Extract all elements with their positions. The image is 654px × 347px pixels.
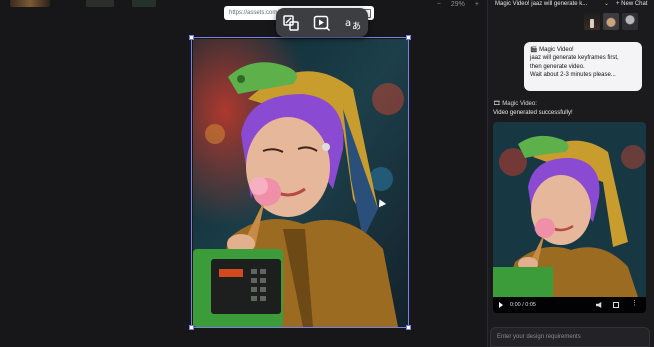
image-selection-box[interactable] <box>189 35 411 330</box>
svg-text:a: a <box>345 18 351 29</box>
design-requirements-input[interactable]: Enter your design requirements <box>490 327 650 347</box>
generated-video-player[interactable]: 0:00 / 0:05 ⋮ <box>493 122 646 313</box>
resize-handle-bottom-right[interactable] <box>406 325 411 330</box>
assistant-message-text: Video generated successfully! <box>493 110 573 116</box>
chat-title[interactable]: Magic Video! jaaz will generate k... <box>495 1 587 7</box>
canvas-top-thumbnails <box>0 0 156 8</box>
generate-video-button[interactable] <box>311 12 333 34</box>
avatar <box>603 13 619 30</box>
video-time: 0:00 / 0:05 <box>510 302 536 308</box>
new-chat-button[interactable]: + New Chat <box>616 1 648 7</box>
video-controls: 0:00 / 0:05 ⋮ <box>493 297 646 313</box>
resize-handle-bottom-left[interactable] <box>189 325 194 330</box>
avatar <box>584 13 600 30</box>
input-placeholder: Enter your design requirements <box>497 334 581 340</box>
zoom-controls: − 29% + <box>437 0 479 10</box>
play-icon[interactable] <box>499 302 503 308</box>
resize-handle-top-left[interactable] <box>189 35 194 40</box>
zoom-level: 29% <box>450 1 465 8</box>
resize-handle-top-right[interactable] <box>406 35 411 40</box>
film-icon: 🎞 <box>493 101 503 107</box>
svg-text:あ: あ <box>352 21 361 32</box>
user-message-line: Wait about 2-3 minutes please... <box>530 71 616 78</box>
video-frame <box>493 122 646 297</box>
crop-resize-icon <box>283 14 300 31</box>
avatar <box>622 13 638 30</box>
canvas-area[interactable]: − 29% + https://assets.com/ a あ <box>0 0 487 347</box>
user-message-line: then generate video. <box>530 63 585 70</box>
thumbnail-image[interactable] <box>86 0 114 7</box>
thumbnail-image[interactable] <box>10 0 50 7</box>
more-options-icon[interactable]: ⋮ <box>631 299 638 307</box>
user-message-line: jaaz will generate keyframes first, <box>530 55 619 62</box>
clapperboard-icon: 🎬 <box>530 47 540 53</box>
participant-avatars <box>584 13 638 30</box>
asset-url-text: https://assets.com/ <box>229 10 280 16</box>
zoom-out-button[interactable]: − <box>437 0 441 10</box>
translate-icon: a あ <box>345 18 361 32</box>
crop-resize-button[interactable] <box>280 12 302 34</box>
assistant-message-header: 🎞 Magic Video: <box>493 100 537 107</box>
thumbnail-image[interactable] <box>132 0 156 7</box>
chat-header: Magic Video! jaaz will generate k... ⌄ +… <box>488 0 654 10</box>
zoom-in-button[interactable]: + <box>475 0 479 10</box>
image-action-toolbar: a あ <box>276 8 368 37</box>
assistant-name: Magic Video: <box>502 101 537 107</box>
video-generate-icon <box>313 15 331 31</box>
translate-button[interactable]: a あ <box>342 12 364 34</box>
user-message-line: Magic Video! <box>539 47 574 53</box>
chevron-down-icon[interactable]: ⌄ <box>604 0 609 7</box>
user-message-bubble: 🎬 Magic Video! jaaz will generate keyfra… <box>524 42 642 91</box>
fullscreen-icon[interactable] <box>613 302 619 308</box>
volume-icon[interactable] <box>596 302 602 308</box>
